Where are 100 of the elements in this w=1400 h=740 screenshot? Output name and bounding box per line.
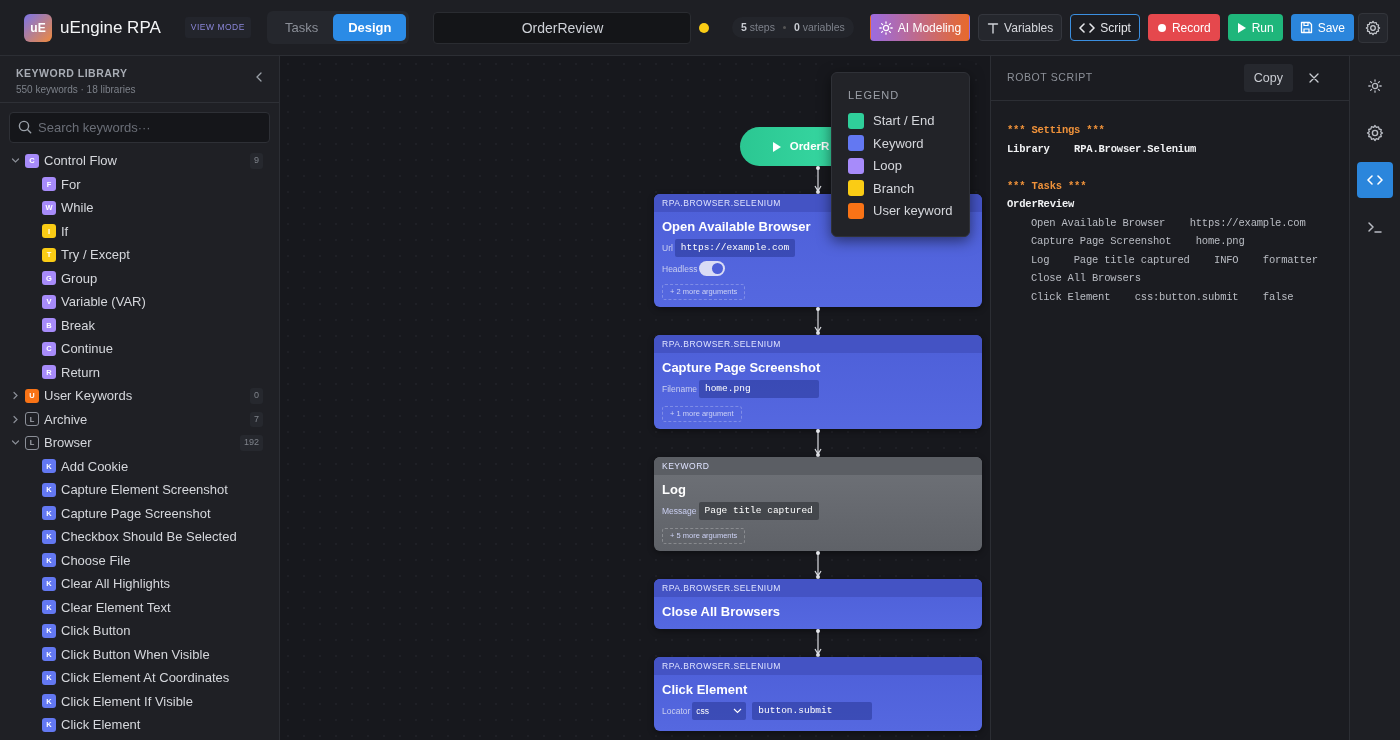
copy-button[interactable]: Copy xyxy=(1243,63,1293,93)
record-button[interactable]: Record xyxy=(1147,14,1220,41)
tree-item[interactable]: Click Element At Coordinates xyxy=(61,668,230,688)
argument-field[interactable]: https://example.com xyxy=(674,239,796,257)
tree-item[interactable]: Break xyxy=(61,315,95,335)
library-label: RPA.BROWSER.SELENIUM xyxy=(654,579,982,597)
gear-icon xyxy=(1365,18,1381,37)
tree-item[interactable]: While xyxy=(61,198,94,218)
code-line: Open Available Browser https://example.com xyxy=(1030,215,1307,231)
caret-icon xyxy=(733,708,743,714)
connector-arrow xyxy=(814,166,822,194)
play-icon xyxy=(771,140,782,153)
library-label: KEYWORD xyxy=(654,457,982,475)
step-card[interactable]: RPA.BROWSER.SELENIUM Close All Browsers xyxy=(654,579,982,629)
connector-arrow xyxy=(814,307,822,335)
tree-item[interactable]: Checkbox Should Be Selected xyxy=(61,527,237,547)
step-card[interactable]: RPA.BROWSER.SELENIUM Click Element Locator css button.submit xyxy=(654,657,982,731)
view-tab[interactable]: Design xyxy=(333,13,407,42)
code-icon xyxy=(1367,174,1383,186)
search-field[interactable]: Search keywords··· xyxy=(9,112,270,143)
tree-item[interactable]: Group xyxy=(61,268,98,288)
stat-text: 0 variables xyxy=(793,19,845,35)
chevron-down-icon[interactable] xyxy=(11,156,20,166)
tree-item[interactable]: Variable (VAR) xyxy=(61,292,146,312)
tree-item[interactable]: Archive xyxy=(44,409,88,429)
step-title: Open Available Browser xyxy=(662,219,812,235)
tree-item[interactable]: Try / Except xyxy=(61,245,130,265)
code-line: Library RPA.Browser.Selenium xyxy=(1007,141,1198,157)
legend-label: Keyword xyxy=(873,134,924,153)
argument-label: Url xyxy=(662,242,673,254)
settings-button[interactable] xyxy=(1358,12,1388,43)
chevron-right-icon[interactable] xyxy=(11,391,20,401)
step-title: Close All Browsers xyxy=(662,604,781,620)
code-line: *** Settings *** xyxy=(1007,123,1106,138)
app-logo: uE xyxy=(24,13,52,42)
stat-text: 5 steps xyxy=(741,19,775,35)
step-title: Click Element xyxy=(662,682,749,698)
argument-label: Locator xyxy=(662,705,691,717)
record-dot-icon xyxy=(1156,22,1167,33)
sun-icon xyxy=(878,20,893,35)
locator-dropdown[interactable]: css xyxy=(692,702,747,720)
script-button[interactable]: Script xyxy=(1070,14,1140,41)
close-icon[interactable] xyxy=(1309,73,1319,83)
tree-item[interactable]: If xyxy=(61,221,69,241)
tree-item[interactable]: Browser xyxy=(44,433,92,453)
legend-title: LEGEND xyxy=(848,88,901,103)
ai-button[interactable]: AI Modeling xyxy=(869,14,971,41)
code-line: *** Tasks *** xyxy=(1007,178,1088,194)
tree-item[interactable]: For xyxy=(61,174,81,194)
chevron-down-icon[interactable] xyxy=(11,438,20,448)
toggle-switch[interactable] xyxy=(699,261,726,276)
argument-field[interactable]: Page title captured xyxy=(698,502,819,520)
tree-item[interactable]: Return xyxy=(61,362,101,382)
count-badge: 9 xyxy=(250,153,263,169)
tree-item[interactable]: Click Button When Visible xyxy=(61,644,210,664)
tree-item[interactable]: Clear Element Text xyxy=(61,597,171,617)
code-line: Close All Browsers xyxy=(1030,271,1142,286)
play-icon xyxy=(1236,21,1247,34)
argument-label: Headless xyxy=(662,262,698,275)
tree-item[interactable]: User Keywords xyxy=(44,386,133,406)
chevron-right-icon[interactable] xyxy=(11,414,20,424)
mode-badge: VIEW MODE xyxy=(184,17,251,38)
tree-item[interactable]: Clear All Highlights xyxy=(61,574,171,594)
count-badge: 0 xyxy=(250,388,263,404)
text-icon xyxy=(987,21,1000,34)
save-icon xyxy=(1299,21,1313,34)
save-button[interactable]: Save xyxy=(1290,14,1354,41)
count-badge: 192 xyxy=(239,435,263,451)
app-name: uEngine RPA xyxy=(60,16,161,39)
tree-item[interactable]: Click Element If Visible xyxy=(61,691,193,711)
tree-item[interactable]: Capture Page Screenshot xyxy=(61,503,211,523)
view-tab[interactable]: Tasks xyxy=(269,13,334,42)
argument-label: Message xyxy=(662,505,697,517)
tree-item[interactable]: Add Cookie xyxy=(61,456,129,476)
step-title: Log xyxy=(662,482,687,498)
tree-item[interactable]: Continue xyxy=(61,339,114,359)
code-line: OrderReview xyxy=(1007,197,1076,212)
sun-icon xyxy=(1368,79,1382,93)
tree-item[interactable]: Capture Element Screenshot xyxy=(61,480,228,500)
step-title: Capture Page Screenshot xyxy=(662,360,822,376)
connector-arrow xyxy=(814,429,822,457)
script-button[interactable] xyxy=(1357,162,1393,198)
collapse-icon[interactable] xyxy=(255,72,263,82)
tree-item[interactable]: Choose File xyxy=(61,550,131,570)
code-line: Capture Page Screenshot home.png xyxy=(1030,234,1246,249)
panel-title: ROBOT SCRIPT xyxy=(1007,70,1093,86)
connector-arrow xyxy=(814,629,822,657)
tree-item[interactable]: Control Flow xyxy=(44,151,117,171)
code-line: Log Page title captured INFO formatter xyxy=(1030,252,1319,268)
library-summary: 550 keywords · 18 libraries xyxy=(16,82,136,97)
gear-icon xyxy=(1366,124,1384,142)
tree-item[interactable]: Click Element xyxy=(61,715,141,735)
code-line: Click Element css:button.submit false xyxy=(1030,289,1295,305)
tree-item[interactable]: Click Button xyxy=(61,621,131,641)
variables-button[interactable]: Variables xyxy=(978,14,1063,41)
argument-field[interactable]: button.submit xyxy=(752,702,873,720)
title-field[interactable]: OrderReview xyxy=(433,11,692,44)
code-icon xyxy=(1079,21,1096,34)
legend-label: Start / End xyxy=(873,112,935,130)
argument-field[interactable]: home.png xyxy=(698,380,819,398)
